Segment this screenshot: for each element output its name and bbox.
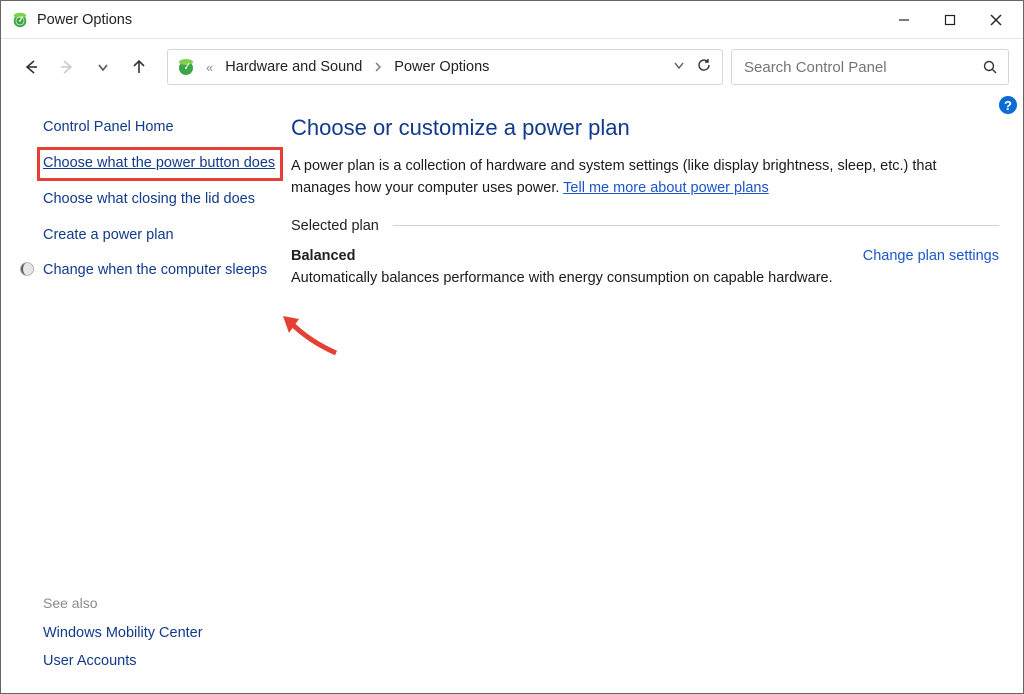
tell-me-more-link[interactable]: Tell me more about power plans [563,180,769,196]
navbar: « Hardware and Sound Power Options [1,39,1023,93]
divider [393,225,999,226]
app-icon [11,11,29,29]
search-box[interactable] [731,49,1009,85]
breadcrumb-hardware[interactable]: Hardware and Sound [223,59,364,75]
titlebar: Power Options [1,1,1023,39]
content-area: Control Panel Home Choose what the power… [1,93,1023,693]
see-also-heading: See also [43,595,277,611]
sidebar-link-accounts[interactable]: User Accounts [43,653,277,669]
window-title: Power Options [37,12,132,28]
change-plan-settings-link[interactable]: Change plan settings [863,248,999,264]
forward-button[interactable] [51,51,83,83]
close-button[interactable] [973,5,1019,35]
control-panel-icon [176,57,196,77]
window: Power Options [0,0,1024,694]
sidebar-link-create-plan[interactable]: Create a power plan [43,225,277,247]
chevron-right-icon [368,60,388,75]
control-panel-home-link[interactable]: Control Panel Home [23,119,277,135]
search-input[interactable] [742,58,983,77]
minimize-button[interactable] [881,5,927,35]
breadcrumb-power[interactable]: Power Options [392,59,491,75]
sidebar-link-mobility[interactable]: Windows Mobility Center [43,625,277,641]
page-description: A power plan is a collection of hardware… [291,155,999,200]
section-label: Selected plan [291,218,383,234]
recent-dropdown[interactable] [87,51,119,83]
page-heading: Choose or customize a power plan [291,115,999,141]
search-icon [983,60,998,75]
sidebar-link-power-button[interactable]: Choose what the power button does [43,153,277,175]
refresh-button[interactable] [696,57,712,77]
plan-name: Balanced [291,248,355,264]
sidebar-link-sleep[interactable]: Change when the computer sleeps [43,260,277,282]
main-content: ? Choose or customize a power plan A pow… [291,99,1023,693]
help-badge[interactable]: ? [999,96,1017,114]
sidebar: Control Panel Home Choose what the power… [1,99,291,693]
section-header: Selected plan [291,218,999,234]
back-button[interactable] [15,51,47,83]
moon-icon [19,261,35,277]
plan-row: Balanced Change plan settings [291,248,999,264]
maximize-button[interactable] [927,5,973,35]
plan-description: Automatically balances performance with … [291,270,999,286]
addr-chevrons[interactable]: « [200,60,219,75]
up-button[interactable] [123,51,155,83]
address-bar[interactable]: « Hardware and Sound Power Options [167,49,723,85]
sidebar-link-label: Change when the computer sleeps [43,262,267,278]
sidebar-link-lid[interactable]: Choose what closing the lid does [43,189,277,211]
sidebar-link-label: Choose what the power button does [43,155,275,171]
address-dropdown[interactable] [672,58,686,76]
